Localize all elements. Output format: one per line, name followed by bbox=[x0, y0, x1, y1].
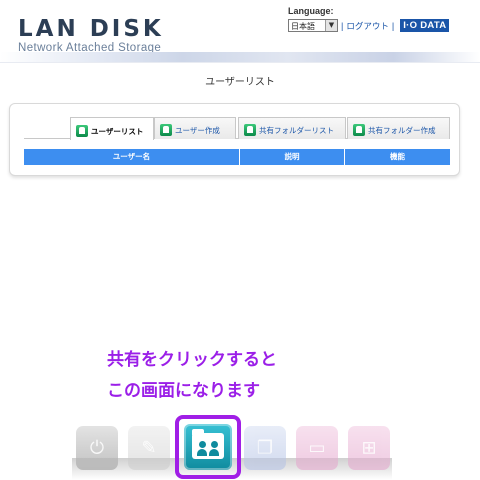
tab-label: ユーザーリスト bbox=[91, 127, 144, 136]
person-icon bbox=[209, 441, 219, 456]
power-icon: ⏻ bbox=[89, 437, 105, 459]
column-function: 機能 bbox=[390, 152, 405, 161]
dock-reflection bbox=[72, 458, 392, 480]
language-select-value: 日本語 bbox=[291, 22, 315, 31]
tab-label: 共有フォルダー作成 bbox=[368, 126, 436, 135]
copy-icon: ❐ bbox=[256, 437, 274, 459]
table-header: ユーザー名 説明 機能 bbox=[24, 149, 450, 165]
power-button[interactable]: ⏻ bbox=[76, 426, 118, 470]
separator: | bbox=[391, 20, 395, 31]
language-select[interactable]: 日本語 ▼ bbox=[288, 19, 338, 32]
logo-title: LAN DISK bbox=[18, 16, 164, 42]
share-button[interactable] bbox=[184, 424, 232, 470]
share-icon bbox=[192, 429, 224, 459]
user-add-icon bbox=[160, 124, 172, 136]
header-controls: 日本語 ▼ | ログアウト | I·O DATA bbox=[288, 19, 450, 32]
tab-create-user[interactable]: ユーザー作成 bbox=[154, 117, 236, 139]
tools-icon: ✎ bbox=[141, 437, 157, 459]
column-username[interactable]: ユーザー名 bbox=[24, 149, 240, 165]
tab-user-list[interactable]: ユーザーリスト bbox=[70, 117, 154, 140]
copy-button[interactable]: ❐ bbox=[244, 426, 286, 470]
user-list-panel: ユーザーリスト ユーザー作成 共有フォルダーリスト 共有フォルダー作成 ユーザー… bbox=[9, 103, 460, 176]
disk-button[interactable]: ▭ bbox=[296, 426, 338, 470]
annotation-line: この画面になります bbox=[107, 381, 260, 401]
disk-icon: ▭ bbox=[308, 437, 326, 459]
user-icon bbox=[76, 125, 88, 137]
chevron-down-icon[interactable]: ▼ bbox=[325, 20, 337, 31]
column-description[interactable]: 説明 bbox=[240, 149, 345, 165]
person-icon bbox=[197, 441, 207, 456]
brand-logo: I·O DATA bbox=[400, 19, 450, 32]
dock: ⏻ ✎ ❐ ▭ ⊞ bbox=[0, 0, 480, 480]
logo: LAN DISK Network Attached Storage bbox=[18, 16, 164, 55]
folder-icon bbox=[244, 124, 256, 136]
network-button[interactable]: ⊞ bbox=[348, 426, 390, 470]
logout-link[interactable]: ログアウト bbox=[346, 20, 389, 32]
separator: | bbox=[341, 20, 344, 31]
network-icon: ⊞ bbox=[361, 437, 377, 459]
tab-label: ユーザー作成 bbox=[175, 126, 220, 135]
language-label: Language: bbox=[288, 6, 334, 16]
tab-label: 共有フォルダーリスト bbox=[259, 126, 334, 135]
page-title: ユーザーリスト bbox=[205, 77, 275, 88]
annotation: 共有をクリックすると この画面になります bbox=[107, 345, 277, 407]
tools-button[interactable]: ✎ bbox=[128, 426, 170, 470]
tab-shared-folder-list[interactable]: 共有フォルダーリスト bbox=[238, 117, 346, 139]
annotation-line: 共有をクリックすると bbox=[107, 350, 277, 370]
header-swoosh bbox=[0, 52, 480, 63]
highlight-frame bbox=[175, 415, 241, 479]
tab-create-shared-folder[interactable]: 共有フォルダー作成 bbox=[347, 117, 450, 139]
folder-add-icon bbox=[353, 124, 365, 136]
